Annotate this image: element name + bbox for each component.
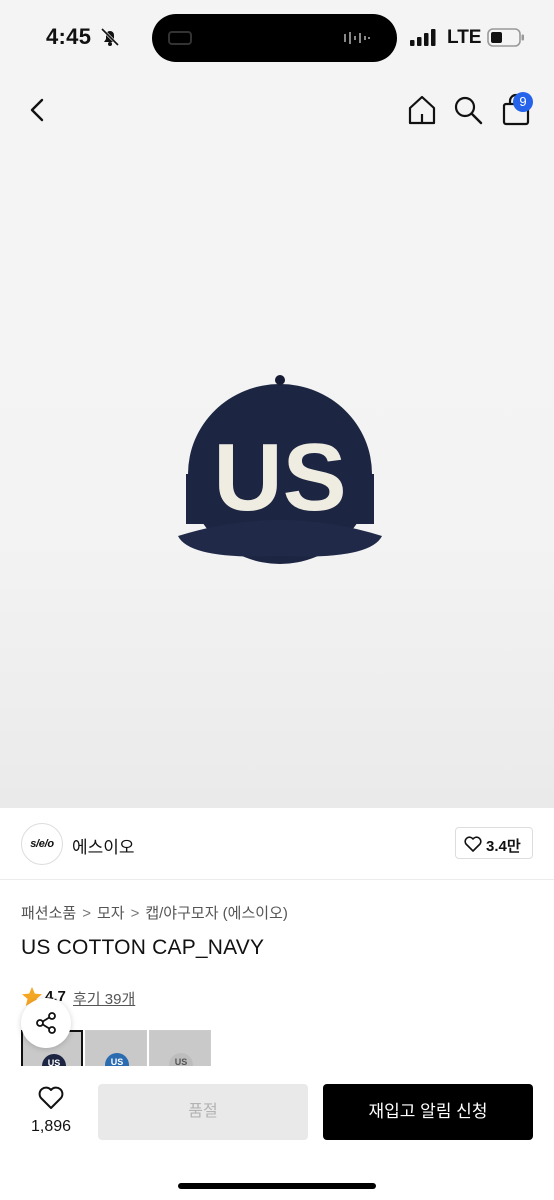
home-indicator xyxy=(178,1183,376,1189)
brand-like-count: 3.4만 xyxy=(486,838,521,855)
brand-row[interactable]: s/e/o 에스이오 3.4만 xyxy=(0,808,554,880)
waveform-icon xyxy=(344,32,370,44)
share-icon xyxy=(36,1012,56,1034)
home-icon[interactable] xyxy=(404,92,440,128)
heart-icon xyxy=(464,836,482,852)
review-link[interactable]: 후기 39개 xyxy=(73,988,135,1009)
restock-alert-button[interactable]: 재입고 알림 신청 xyxy=(323,1084,533,1140)
wishlist-count: 1,896 xyxy=(30,1118,72,1135)
share-button[interactable] xyxy=(21,998,71,1048)
product-image[interactable]: US xyxy=(0,144,554,808)
product-title: US COTTON CAP_NAVY xyxy=(21,936,265,959)
chevron-right-icon: > xyxy=(82,905,91,922)
nav-bar xyxy=(0,76,554,144)
bottom-action-bar: 1,896 품절 재입고 알림 신청 xyxy=(0,1066,554,1200)
cart-count-badge: 9 xyxy=(513,92,533,112)
brand-name[interactable]: 에스이오 xyxy=(72,833,135,858)
dynamic-island xyxy=(152,14,397,62)
breadcrumb-item[interactable]: 패션소품 xyxy=(21,902,76,923)
breadcrumb-item[interactable]: 캡/야구모자 (에스이오) xyxy=(145,902,288,923)
cap-illustration: US xyxy=(178,375,382,564)
breadcrumb-item[interactable]: 모자 xyxy=(97,902,125,923)
breadcrumb: 패션소품 > 모자 > 캡/야구모자 (에스이오) xyxy=(21,902,288,923)
signal-icon xyxy=(410,29,436,46)
network-label: LTE xyxy=(447,27,482,48)
bell-slash-icon xyxy=(100,27,120,47)
status-bar: 4:45 LTE xyxy=(0,0,554,76)
brand-logo[interactable]: s/e/o xyxy=(21,823,63,865)
wishlist-button[interactable]: 1,896 xyxy=(24,1084,78,1142)
battery-icon xyxy=(487,28,524,47)
search-icon[interactable] xyxy=(450,92,486,128)
brand-like-button[interactable]: 3.4만 xyxy=(455,827,533,859)
heart-icon xyxy=(38,1086,64,1109)
status-time: 4:45 xyxy=(46,24,92,49)
activity-icon xyxy=(168,31,192,45)
back-arrow-icon[interactable] xyxy=(20,92,56,128)
cap-text: US xyxy=(213,424,346,531)
thumbnail[interactable]: US xyxy=(85,1030,147,1070)
cap-button xyxy=(275,375,285,385)
soldout-button[interactable]: 품절 xyxy=(98,1084,308,1140)
thumbnail[interactable]: US xyxy=(149,1030,211,1070)
chevron-right-icon: > xyxy=(130,905,140,922)
